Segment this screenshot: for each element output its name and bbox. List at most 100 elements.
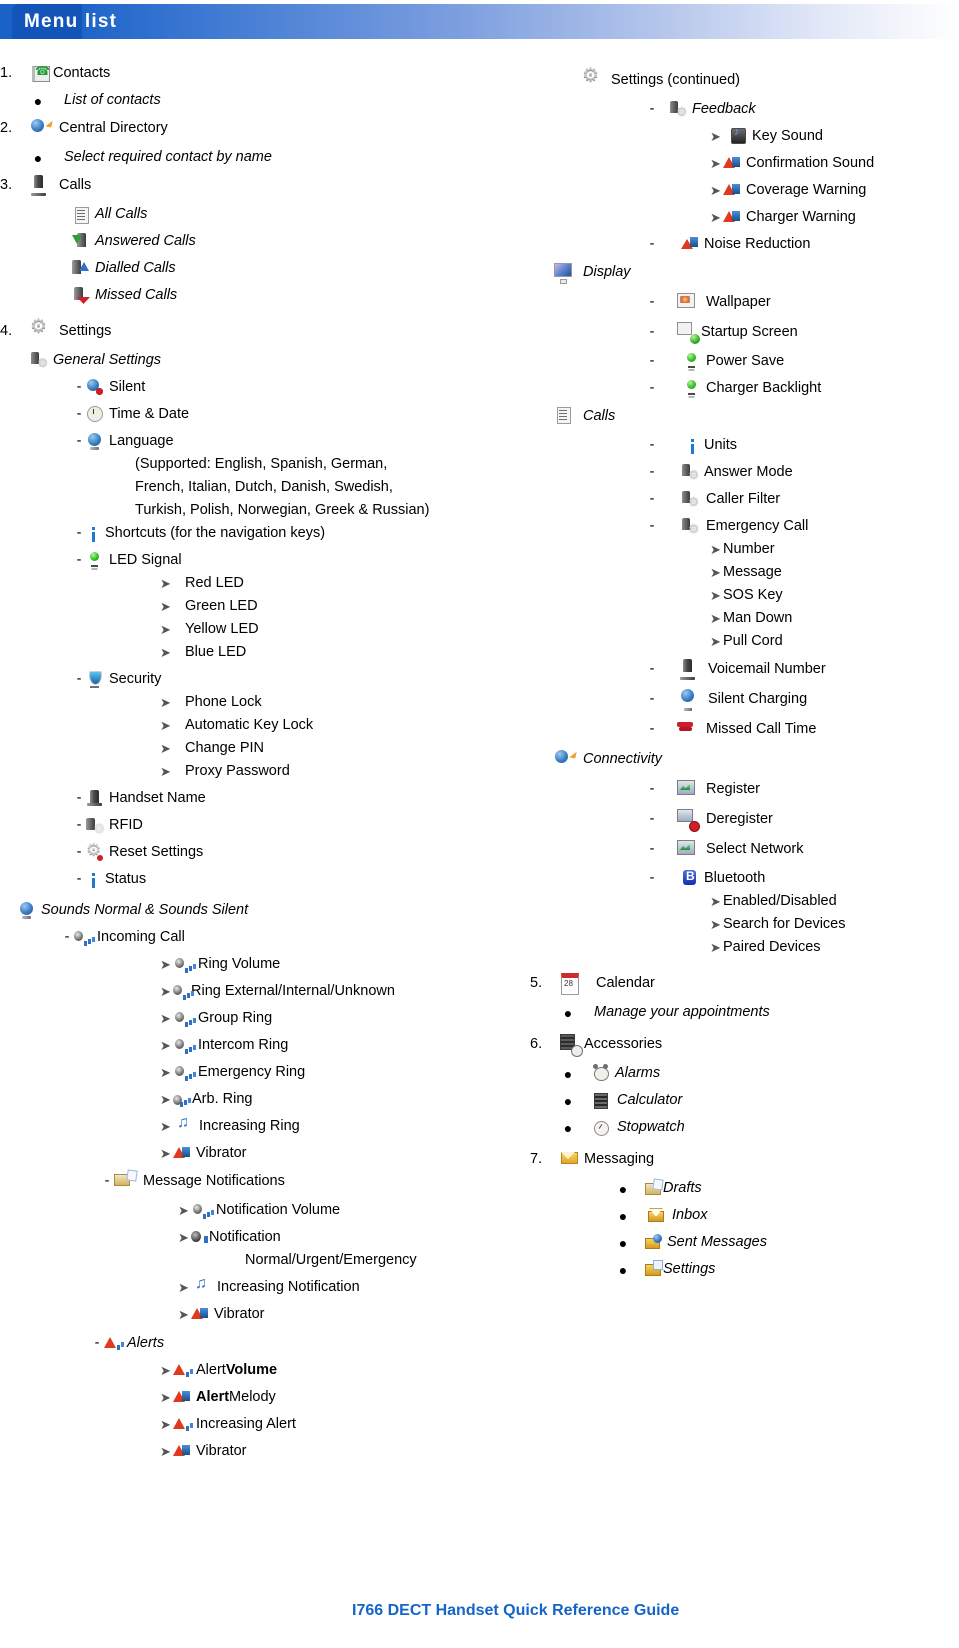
list-item-arb-ring[interactable]: ➤ Arb. Ring (0, 1090, 530, 1109)
list-item-stopwatch[interactable]: ● Stopwatch (520, 1118, 959, 1137)
list-item-group-ring[interactable]: ➤ Group Ring (0, 1009, 530, 1028)
list-item-led-signal[interactable]: - LED Signal (0, 551, 530, 570)
list-item: ● List of contacts (0, 91, 530, 110)
list-item-notification-volume[interactable]: ➤ Notification Volume (0, 1201, 530, 1220)
list-item-vibrator-notification[interactable]: ➤ Vibrator (0, 1305, 530, 1324)
list-item-confirmation-sound[interactable]: ➤ Confirmation Sound (520, 154, 959, 173)
list-item-silent-charging[interactable]: - Silent Charging (520, 689, 959, 711)
list-item-units[interactable]: - Units (520, 436, 959, 455)
list-item-answered-calls[interactable]: Answered Calls (0, 232, 530, 251)
menu-item-settings[interactable]: 4. Settings (0, 316, 530, 343)
list-item-increasing-ring[interactable]: ➤ Increasing Ring (0, 1114, 530, 1136)
list-item-bt-search-devices[interactable]: ➤ Search for Devices (520, 915, 959, 934)
list-item-alerts[interactable]: - Alerts (0, 1334, 530, 1353)
list-item-reset-settings[interactable]: - Reset Settings (0, 840, 530, 862)
dialled-call-icon (72, 260, 89, 277)
list-item-handset-name[interactable]: - Handset Name (0, 789, 530, 808)
list-item-phone-lock[interactable]: ➤ Phone Lock (0, 693, 530, 712)
list-item-voicemail-number[interactable]: - Voicemail Number (520, 659, 959, 681)
menu-item-accessories[interactable]: 6. Accessories (520, 1034, 959, 1057)
item-label: Contacts (53, 64, 111, 81)
list-item-coverage-warning[interactable]: ➤ Coverage Warning (520, 181, 959, 200)
list-item-charger-backlight[interactable]: - Charger Backlight (520, 379, 959, 398)
list-item-emergency-number[interactable]: ➤ Number (520, 540, 959, 559)
list-item-rfid[interactable]: - RFID (0, 816, 530, 836)
list-item-red-led[interactable]: ➤ Red LED (0, 574, 530, 593)
list-item-calculator[interactable]: ● Calculator (520, 1091, 959, 1110)
list-item-dialled-calls[interactable]: Dialled Calls (0, 259, 530, 278)
list-item-label: Message (723, 563, 782, 580)
list-item-noise-reduction[interactable]: - Noise Reduction (520, 235, 959, 254)
group-sounds[interactable]: Sounds Normal & Sounds Silent (0, 901, 530, 920)
list-item-missed-call-time[interactable]: - Missed Call Time (520, 719, 959, 741)
group-feedback[interactable]: - Feedback (520, 100, 959, 119)
list-item-security[interactable]: - Security (0, 670, 530, 689)
list-item-time-date[interactable]: - Time & Date (0, 405, 530, 424)
menu-item-settings-continued[interactable]: Settings (continued) (520, 65, 959, 92)
list-item-change-pin[interactable]: ➤ Change PIN (0, 739, 530, 758)
list-item-bluetooth[interactable]: - Bluetooth (520, 869, 959, 888)
list-item-incoming-call[interactable]: - Incoming Call (0, 928, 530, 947)
list-item-increasing-notification[interactable]: ➤ Increasing Notification (0, 1275, 530, 1297)
list-item-man-down[interactable]: ➤ Man Down (520, 609, 959, 628)
list-item-ring-volume[interactable]: ➤ Ring Volume (0, 955, 530, 974)
group-calls[interactable]: Calls (520, 406, 959, 428)
warning-note-icon (173, 1389, 190, 1406)
list-item-label: Change PIN (185, 739, 264, 756)
list-item-silent[interactable]: - Silent (0, 378, 530, 397)
list-item-message-settings[interactable]: ● Settings (520, 1260, 959, 1279)
list-item-charger-warning[interactable]: ➤ Charger Warning (520, 208, 959, 227)
list-item-automatic-key-lock[interactable]: ➤ Automatic Key Lock (0, 716, 530, 735)
list-item-status[interactable]: - Status (0, 870, 530, 889)
list-item-emergency-call[interactable]: - Emergency Call (520, 517, 959, 536)
group-connectivity[interactable]: Connectivity (520, 749, 959, 771)
list-item-drafts[interactable]: ● Drafts (520, 1179, 959, 1198)
list-item-language[interactable]: - Language (0, 432, 530, 451)
list-item-vibrator-alert[interactable]: ➤ Vibrator (0, 1442, 530, 1461)
menu-item-calls[interactable]: 3. Calls (0, 175, 530, 197)
list-item-alert-melody[interactable]: ➤ Alert Melody (0, 1388, 530, 1407)
group-display[interactable]: Display (520, 262, 959, 284)
list-item-bt-enabled-disabled[interactable]: ➤ Enabled/Disabled (520, 892, 959, 911)
list-item-wallpaper[interactable]: - Wallpaper (520, 292, 959, 314)
list-item-message-notifications[interactable]: - Message Notifications (0, 1171, 530, 1193)
group-general-settings[interactable]: General Settings (0, 351, 530, 370)
menu-item-contacts[interactable]: 1. Contacts (0, 64, 530, 83)
list-item-power-save[interactable]: - Power Save (520, 352, 959, 371)
list-item-answer-mode[interactable]: - Answer Mode (520, 463, 959, 482)
list-item-increasing-alert[interactable]: ➤ Increasing Alert (0, 1415, 530, 1434)
list-item-label: Power Save (706, 352, 785, 369)
list-item-alarms[interactable]: ● Alarms (520, 1064, 959, 1083)
list-item-all-calls[interactable]: All Calls (0, 205, 530, 224)
list-item-sos-key[interactable]: ➤ SOS Key (520, 586, 959, 605)
list-item-proxy-password[interactable]: ➤ Proxy Password (0, 762, 530, 781)
list-item-yellow-led[interactable]: ➤ Yellow LED (0, 620, 530, 639)
list-item-green-led[interactable]: ➤ Green LED (0, 597, 530, 616)
list-item-startup-screen[interactable]: - Startup Screen (520, 322, 959, 344)
list-item-key-sound[interactable]: ➤ Key Sound (520, 126, 959, 146)
list-item-emergency-message[interactable]: ➤ Message (520, 563, 959, 582)
list-item-vibrator-ring[interactable]: ➤ Vibrator (0, 1144, 530, 1163)
menu-item-calendar[interactable]: 5. Calendar (520, 973, 959, 995)
list-item-label: Proxy Password (185, 762, 290, 779)
dash-marker: - (649, 379, 655, 396)
list-item-emergency-ring[interactable]: ➤ Emergency Ring (0, 1063, 530, 1082)
list-item-select-network[interactable]: - Select Network (520, 839, 959, 861)
menu-item-central-directory[interactable]: 2. Central Directory (0, 118, 530, 140)
list-item-pull-cord[interactable]: ➤ Pull Cord (520, 632, 959, 651)
list-item-caller-filter[interactable]: - Caller Filter (520, 490, 959, 509)
list-item-ring-ext-int-unknown[interactable]: ➤ Ring External/Internal/Unknown (0, 982, 530, 1001)
list-item-alert-volume[interactable]: ➤ Alert Volume (0, 1361, 530, 1380)
list-item-deregister[interactable]: - Deregister (520, 809, 959, 832)
menu-item-messaging[interactable]: 7. Messaging (520, 1149, 959, 1171)
list-item-missed-calls[interactable]: Missed Calls (0, 286, 530, 305)
list-item-notification[interactable]: ➤ Notification (0, 1228, 530, 1247)
list-item-blue-led[interactable]: ➤ Blue LED (0, 643, 530, 662)
list-item-register[interactable]: - Register (520, 779, 959, 801)
list-item-inbox[interactable]: ● Inbox (520, 1206, 959, 1225)
list-item-shortcuts[interactable]: - Shortcuts (for the navigation keys) (0, 524, 530, 543)
list-item-sent-messages[interactable]: ● Sent Messages (520, 1233, 959, 1252)
list-item-bt-paired-devices[interactable]: ➤ Paired Devices (520, 938, 959, 957)
dash-marker: - (649, 869, 655, 886)
list-item-intercom-ring[interactable]: ➤ Intercom Ring (0, 1036, 530, 1055)
